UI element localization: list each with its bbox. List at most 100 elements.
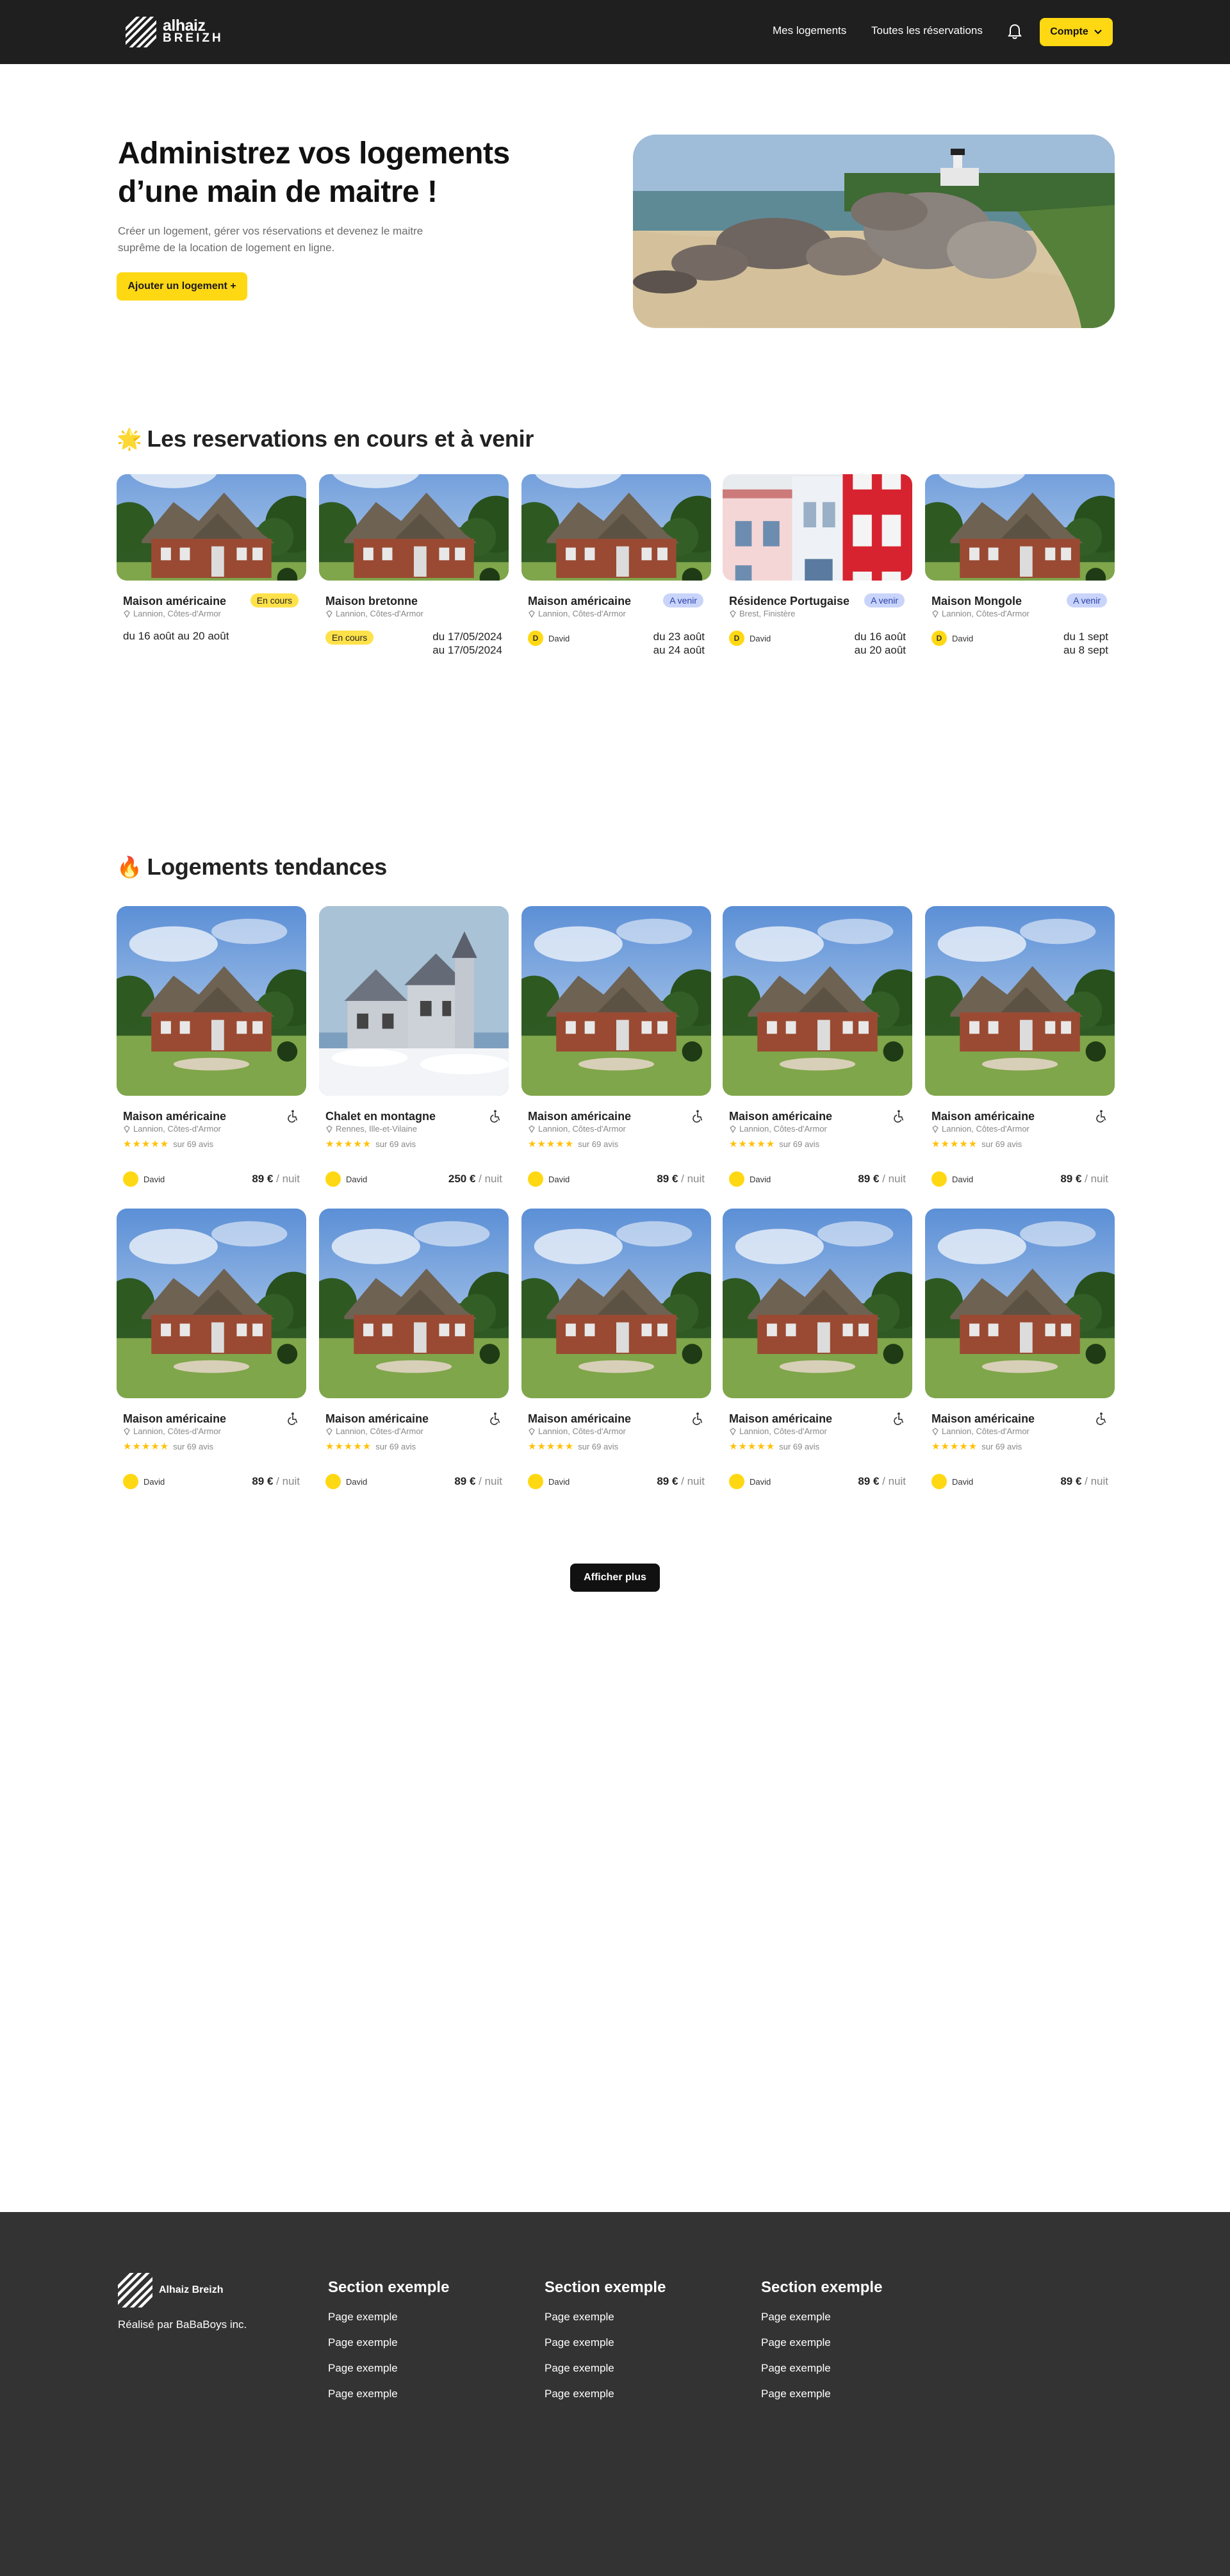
host-name: David xyxy=(952,633,974,643)
listing-photo xyxy=(925,906,1115,1096)
listing-price: 89 € / nuit xyxy=(1060,1173,1108,1185)
reservation-card[interactable]: Maison Mongole Lannion, Côtes-d'Armor A … xyxy=(925,474,1115,666)
price-unit: / nuit xyxy=(475,1173,502,1185)
trending-card[interactable]: Maison américaine Lannion, Côtes-d'Armor ★… xyxy=(723,1209,912,1490)
accessibility-icon xyxy=(693,1412,703,1425)
date-start: du 17/05/2024 xyxy=(432,631,502,643)
price-unit: / nuit xyxy=(678,1173,705,1185)
review-count: sur 69 avis xyxy=(981,1139,1022,1149)
location-pin-icon xyxy=(729,1428,737,1435)
trending-card[interactable]: Maison américaine Lannion, Côtes-d'Armor ★… xyxy=(521,906,711,1188)
price-unit: / nuit xyxy=(879,1173,906,1185)
location-text: Lannion, Côtes-d'Armor xyxy=(133,609,221,618)
footer-link[interactable]: Page exemple xyxy=(545,2336,666,2349)
listing-rating: ★★★★★ sur 69 avis xyxy=(123,1441,213,1452)
price-value: 89 € xyxy=(454,1475,476,1487)
review-count: sur 69 avis xyxy=(375,1441,416,1451)
listing-name: Maison américaine xyxy=(729,1412,833,1425)
footer-brand[interactable]: Alhaiz Breizh xyxy=(118,2272,223,2308)
footer-link[interactable]: Page exemple xyxy=(328,2388,449,2400)
footer-link[interactable]: Page exemple xyxy=(545,2311,666,2324)
price-value: 89 € xyxy=(657,1475,678,1487)
location-pin-icon xyxy=(325,610,333,618)
listing-price: 89 € / nuit xyxy=(858,1173,906,1185)
nav-link-toutes-reservations[interactable]: Toutes les réservations xyxy=(871,24,983,37)
listing-photo xyxy=(723,906,912,1096)
avatar xyxy=(931,1474,947,1489)
footer-link[interactable]: Page exemple xyxy=(545,2388,666,2400)
nav-link-mes-logements[interactable]: Mes logements xyxy=(773,24,846,37)
reservation-card[interactable]: Maison bretonne Lannion, Côtes-d'Armor E… xyxy=(319,474,509,666)
price-unit: / nuit xyxy=(879,1475,906,1487)
location-text: Lannion, Côtes-d'Armor xyxy=(538,609,626,618)
price-value: 89 € xyxy=(858,1173,880,1185)
account-button-label: Compte xyxy=(1050,26,1088,37)
listing-location: Lannion, Côtes-d'Armor xyxy=(528,1426,626,1436)
price-unit: / nuit xyxy=(678,1475,705,1487)
location-pin-icon xyxy=(325,1428,333,1435)
trending-card[interactable]: Maison américaine Lannion, Côtes-d'Armor ★… xyxy=(925,906,1115,1188)
price-value: 89 € xyxy=(657,1173,678,1185)
host-name: David xyxy=(144,1174,165,1184)
footer-link[interactable]: Page exemple xyxy=(761,2336,882,2349)
listing-rating: ★★★★★ sur 69 avis xyxy=(528,1441,618,1452)
listing-name: Maison américaine xyxy=(931,1412,1035,1425)
listing-price: 89 € / nuit xyxy=(858,1475,906,1488)
avatar xyxy=(528,1171,543,1187)
reservation-card[interactable]: Résidence Portugaise Brest, Finistère A … xyxy=(723,474,912,666)
rating-stars-icon: ★★★★★ xyxy=(528,1139,575,1150)
trending-card[interactable]: Chalet en montagne Rennes, Ille-et-Vilain… xyxy=(319,906,509,1188)
reservations-title-text: Les reservations en cours et à venir xyxy=(147,425,534,452)
accessibility-icon xyxy=(894,1412,904,1425)
hero-image-coast xyxy=(633,135,1115,328)
footer-link[interactable]: Page exemple xyxy=(328,2311,449,2324)
show-more-button[interactable]: Afficher plus xyxy=(570,1564,660,1592)
reservation-location: Lannion, Côtes-d'Armor xyxy=(325,609,423,618)
listing-name: Maison américaine xyxy=(325,1412,429,1425)
location-pin-icon xyxy=(729,1125,737,1133)
bell-icon[interactable] xyxy=(1007,23,1022,40)
footer-link[interactable]: Page exemple xyxy=(545,2362,666,2375)
brand-logo[interactable]: alhaiz BREIZH xyxy=(126,15,224,49)
listing-location: Lannion, Côtes-d'Armor xyxy=(729,1426,827,1436)
reservation-card[interactable]: Maison américaine Lannion, Côtes-d'Armor… xyxy=(521,474,711,666)
host-name: David xyxy=(548,633,570,643)
listing-price: 89 € / nuit xyxy=(454,1475,502,1488)
account-button[interactable]: Compte xyxy=(1040,18,1113,46)
listing-rating: ★★★★★ sur 69 avis xyxy=(729,1441,819,1452)
listing-photo xyxy=(319,1209,509,1398)
price-value: 89 € xyxy=(1060,1173,1082,1185)
listing-rating: ★★★★★ sur 69 avis xyxy=(325,1138,416,1150)
reservation-card[interactable]: Maison américaine Lannion, Côtes-d'Armor… xyxy=(117,474,306,666)
listing-rating: ★★★★★ sur 69 avis xyxy=(931,1138,1022,1150)
footer-link[interactable]: Page exemple xyxy=(761,2362,882,2375)
reservation-location: Lannion, Côtes-d'Armor xyxy=(528,609,626,618)
location-text: Lannion, Côtes-d'Armor xyxy=(942,1124,1029,1134)
listing-rating: ★★★★★ sur 69 avis xyxy=(931,1441,1022,1452)
host: David xyxy=(931,1171,973,1187)
host: David xyxy=(729,1171,771,1187)
listing-photo xyxy=(521,906,711,1096)
add-logement-button[interactable]: Ajouter un logement + xyxy=(117,272,247,301)
trending-card[interactable]: Maison américaine Lannion, Côtes-d'Armor ★… xyxy=(117,906,306,1188)
star-icon: 🌟 xyxy=(117,427,142,450)
host-name: David xyxy=(750,633,771,643)
footer-link[interactable]: Page exemple xyxy=(761,2311,882,2324)
trending-card[interactable]: Maison américaine Lannion, Côtes-d'Armor ★… xyxy=(723,906,912,1188)
trending-card[interactable]: Maison américaine Lannion, Côtes-d'Armor ★… xyxy=(319,1209,509,1490)
footer-column-title: Section exemple xyxy=(545,2279,666,2296)
price-unit: / nuit xyxy=(1081,1173,1108,1185)
listing-price: 250 € / nuit xyxy=(448,1173,502,1185)
price-value: 250 € xyxy=(448,1173,476,1185)
avatar: D xyxy=(931,631,947,646)
review-count: sur 69 avis xyxy=(779,1441,820,1451)
trending-card[interactable]: Maison américaine Lannion, Côtes-d'Armor ★… xyxy=(117,1209,306,1490)
trending-card[interactable]: Maison américaine Lannion, Côtes-d'Armor ★… xyxy=(521,1209,711,1490)
rating-stars-icon: ★★★★★ xyxy=(729,1139,776,1150)
footer-link[interactable]: Page exemple xyxy=(761,2388,882,2400)
footer-link[interactable]: Page exemple xyxy=(328,2336,449,2349)
trending-card[interactable]: Maison américaine Lannion, Côtes-d'Armor ★… xyxy=(925,1209,1115,1490)
footer-link[interactable]: Page exemple xyxy=(328,2362,449,2375)
price-value: 89 € xyxy=(252,1475,274,1487)
location-pin-icon xyxy=(123,1428,131,1435)
